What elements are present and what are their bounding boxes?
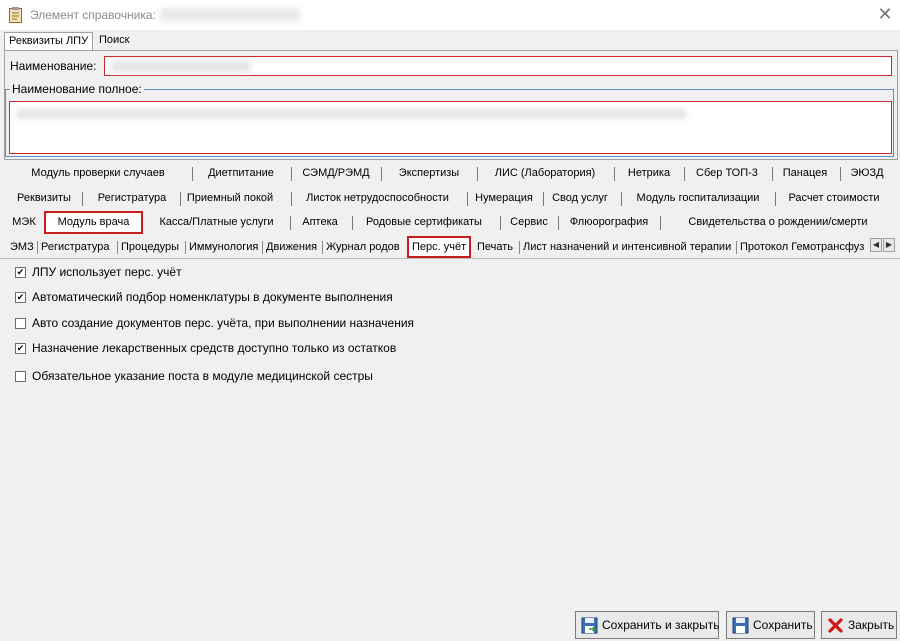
pers-uchet-panel: ✔ ЛПУ использует перс. учёт ✔ Автоматиче…	[0, 258, 900, 608]
subtab-pers-uchet[interactable]: Перс. учёт	[407, 236, 472, 258]
floppy-arrow-icon	[581, 617, 598, 634]
name-input[interactable]	[104, 56, 892, 76]
subtab-list-naznachenii[interactable]: Лист назначений и интенсивной терапии	[523, 236, 731, 258]
tab-row-2: Реквизиты Регистратура Приемный покой Ли…	[0, 187, 900, 210]
tab-sber-top3[interactable]: Сбер ТОП-3	[688, 162, 766, 185]
red-x-icon	[828, 618, 843, 633]
tab-ekspertizy[interactable]: Экспертизы	[385, 162, 473, 185]
tab-semd[interactable]: СЭМД/РЭМД	[295, 162, 377, 185]
checkbox[interactable]	[15, 371, 26, 382]
subtab-registratura[interactable]: Регистратура	[41, 236, 109, 258]
tab-netrika[interactable]: Нетрика	[618, 162, 680, 185]
tab-row-3: МЭК Модуль врача Касса/Платные услуги Ап…	[0, 211, 900, 234]
close-icon[interactable]: ✕	[870, 2, 900, 28]
tab-dietpitanie[interactable]: Диетпитание	[196, 162, 286, 185]
tab-flyuorografiya[interactable]: Флюорография	[562, 211, 656, 234]
tab-raschet-stoimosti[interactable]: Расчет стоимости	[779, 187, 889, 210]
tab-eyuzd[interactable]: ЭЮЗД	[844, 162, 890, 185]
tab-svidetelstva[interactable]: Свидетельства о рождении/смерти	[666, 211, 890, 234]
checkbox[interactable]: ✔	[15, 267, 26, 278]
close-label: Закрыть	[848, 618, 895, 632]
option-label: ЛПУ использует перс. учёт	[32, 265, 182, 279]
clipboard-icon	[9, 7, 22, 23]
tab-gospitalizaciya[interactable]: Модуль госпитализации	[625, 187, 771, 210]
tab-modul-proverki[interactable]: Модуль проверки случаев	[22, 162, 174, 185]
checkbox[interactable]	[15, 318, 26, 329]
tab-svod-uslug[interactable]: Свод услуг	[547, 187, 613, 210]
sub-tab-strip: ЭМЗ Регистратура Процедуры Иммунология Д…	[0, 236, 900, 258]
option-label: Обязательное указание поста в модуле мед…	[32, 369, 373, 383]
tab-registratura[interactable]: Регистратура	[86, 187, 178, 210]
subtab-protokol[interactable]: Протокол Гемотрансфуз	[740, 236, 866, 258]
option-label: Авто создание документов перс. учёта, пр…	[32, 316, 415, 330]
save-and-close-label: Сохранить и закрыть	[602, 618, 720, 632]
tab-poisk[interactable]: Поиск	[95, 32, 133, 51]
tab-modul-vracha[interactable]: Модуль врача	[44, 211, 143, 234]
subtab-dvizheniya[interactable]: Движения	[266, 236, 317, 258]
tab-lis[interactable]: ЛИС (Лаборатория)	[481, 162, 609, 185]
subtab-emz[interactable]: ЭМЗ	[10, 236, 34, 258]
option-label: Автоматический подбор номенклатуры в док…	[32, 290, 393, 304]
save-button[interactable]: Сохранить	[726, 611, 815, 639]
checkbox[interactable]: ✔	[15, 343, 26, 354]
tab-kassa[interactable]: Касса/Платные услуги	[150, 211, 283, 234]
tab-mek[interactable]: МЭК	[5, 211, 43, 234]
full-name-redacted	[16, 109, 686, 119]
subtab-procedury[interactable]: Процедуры	[121, 236, 179, 258]
window-title: Элемент справочника:	[30, 8, 156, 22]
name-redacted	[111, 61, 251, 72]
full-name-textarea[interactable]	[9, 101, 892, 154]
tab-servis[interactable]: Сервис	[504, 211, 554, 234]
tab-rodovye-sertifikaty[interactable]: Родовые сертификаты	[356, 211, 492, 234]
option-label: Назначение лекарственных средств доступн…	[32, 341, 397, 355]
tab-panaceya[interactable]: Панацея	[776, 162, 834, 185]
tab-listok[interactable]: Листок нетрудоспособности	[295, 187, 460, 210]
full-name-legend: Наименование полное:	[10, 82, 144, 96]
name-label: Наименование:	[10, 59, 97, 73]
title-redacted	[160, 8, 300, 22]
tab-row-1: Модуль проверки случаев Диетпитание СЭМД…	[0, 162, 900, 185]
save-and-close-button[interactable]: Сохранить и закрыть	[575, 611, 719, 639]
button-bar: Сохранить и закрыть Сохранить Закрыть	[0, 608, 900, 641]
scroll-right-icon[interactable]: ▶	[883, 238, 895, 252]
tab-apteka[interactable]: Аптека	[294, 211, 346, 234]
checkbox[interactable]: ✔	[15, 292, 26, 303]
tab-rekvizity-lpu[interactable]: Реквизиты ЛПУ	[4, 32, 94, 52]
tab-rekvizity[interactable]: Реквизиты	[8, 187, 80, 210]
scroll-left-icon[interactable]: ◀	[870, 238, 882, 252]
subtab-immunologiya[interactable]: Иммунология	[189, 236, 258, 258]
tab-priemnyi-pokoi[interactable]: Приемный покой	[184, 187, 276, 210]
subtab-pechat[interactable]: Печать	[477, 236, 513, 258]
subtab-zhurnal-rodov[interactable]: Журнал родов	[326, 236, 400, 258]
title-bar: Элемент справочника: ✕	[0, 0, 900, 30]
tab-numeraciya[interactable]: Нумерация	[471, 187, 537, 210]
floppy-icon	[732, 617, 749, 634]
save-label: Сохранить	[753, 618, 813, 632]
close-button[interactable]: Закрыть	[821, 611, 897, 639]
